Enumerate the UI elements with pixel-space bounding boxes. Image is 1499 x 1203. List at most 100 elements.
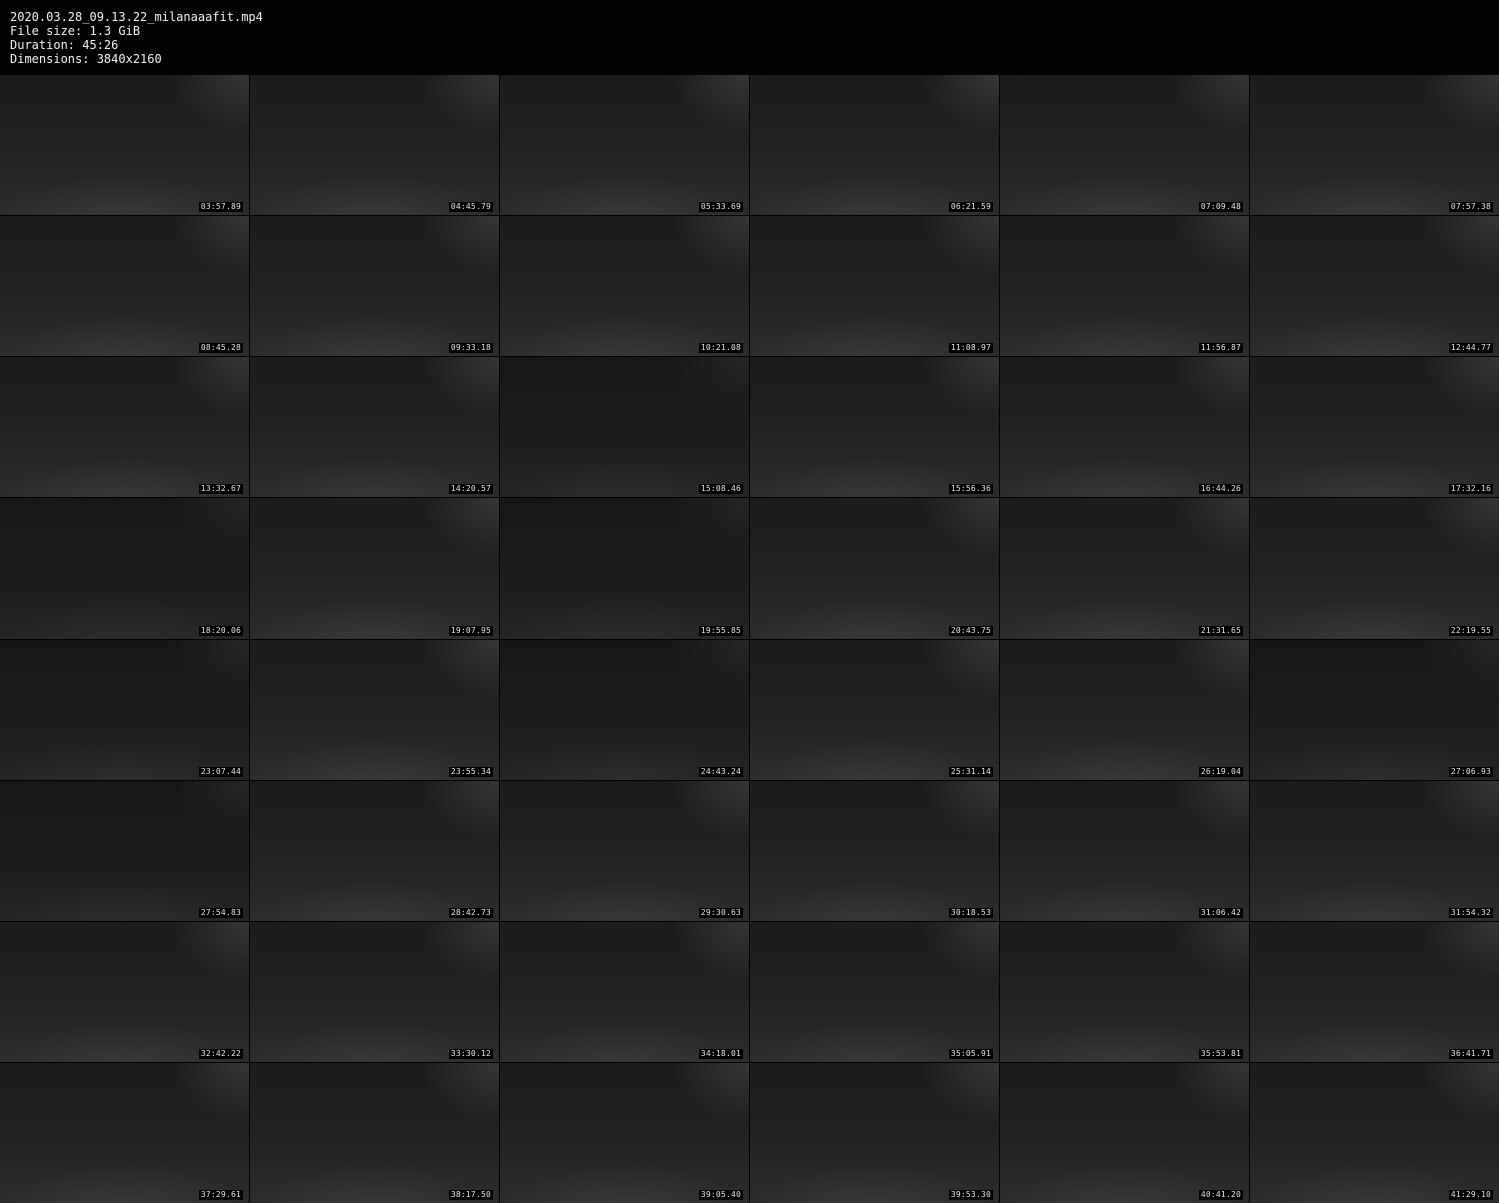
video-thumbnail: 03:57.89 bbox=[0, 75, 249, 216]
video-thumbnail: 05:33.69 bbox=[500, 75, 749, 216]
video-thumbnail: 34:18.01 bbox=[500, 921, 749, 1062]
video-thumbnail: 30:18.53 bbox=[750, 780, 999, 921]
thumbnail-timestamp: 39:05.40 bbox=[698, 1190, 743, 1200]
thumbnail-timestamp: 14:20.57 bbox=[448, 484, 493, 495]
duration-label: Duration: 45:26 bbox=[10, 38, 119, 52]
video-thumbnail: 08:45.28 bbox=[0, 216, 249, 357]
thumbnail-timestamp: 28:42.73 bbox=[448, 907, 493, 918]
video-thumbnail: 27:06.93 bbox=[1250, 639, 1499, 780]
thumbnail-timestamp: 19:07.95 bbox=[448, 625, 493, 636]
thumbnail-timestamp: 06:21.59 bbox=[948, 202, 993, 213]
video-thumbnail: 27:54.83 bbox=[0, 780, 249, 921]
thumbnail-timestamp: 31:54.32 bbox=[1448, 907, 1493, 918]
thumbnail-timestamp: 15:56.36 bbox=[948, 484, 993, 495]
thumbnail-timestamp: 30:18.53 bbox=[948, 907, 993, 918]
thumbnail-timestamp: 04:45.79 bbox=[448, 202, 493, 213]
video-thumbnail: 22:19.55 bbox=[1250, 498, 1499, 639]
video-thumbnail: 11:08.97 bbox=[750, 216, 999, 357]
info-header: 2020.03.28_09.13.22_milanaaafit.mp4 File … bbox=[0, 0, 1499, 75]
video-thumbnail: 31:06.42 bbox=[1000, 780, 1249, 921]
video-thumbnail: 23:55.34 bbox=[250, 639, 499, 780]
thumbnail-timestamp: 38:17.50 bbox=[448, 1190, 493, 1200]
thumbnail-timestamp: 27:54.83 bbox=[198, 907, 243, 918]
thumbnail-timestamp: 39:53.30 bbox=[948, 1190, 993, 1200]
thumbnail-timestamp: 16:44.26 bbox=[1198, 484, 1243, 495]
thumbnail-timestamp: 41:29.10 bbox=[1448, 1190, 1493, 1200]
video-thumbnail: 41:29.10 bbox=[1250, 1062, 1499, 1203]
video-thumbnail: 40:41.20 bbox=[1000, 1062, 1249, 1203]
video-thumbnail: 35:53.81 bbox=[1000, 921, 1249, 1062]
thumbnail-timestamp: 26:19.04 bbox=[1198, 766, 1243, 777]
thumbnail-timestamp: 03:57.89 bbox=[198, 202, 243, 213]
thumbnail-timestamp: 32:42.22 bbox=[198, 1048, 243, 1059]
video-thumbnail: 37:29.61 bbox=[0, 1062, 249, 1203]
video-thumbnail: 39:05.40 bbox=[500, 1062, 749, 1203]
thumbnail-timestamp: 22:19.55 bbox=[1448, 625, 1493, 636]
video-thumbnail: 38:17.50 bbox=[250, 1062, 499, 1203]
thumbnail-timestamp: 18:20.06 bbox=[198, 625, 243, 636]
thumbnail-timestamp: 31:06.42 bbox=[1198, 907, 1243, 918]
video-thumbnail: 36:41.71 bbox=[1250, 921, 1499, 1062]
dimensions-label: Dimensions: 3840x2160 bbox=[10, 52, 162, 66]
thumbnail-timestamp: 07:09.48 bbox=[1198, 202, 1243, 213]
file-size-label: File size: 1.3 GiB bbox=[10, 24, 141, 38]
thumbnail-timestamp: 29:30.63 bbox=[698, 907, 743, 918]
thumbnail-timestamp: 21:31.65 bbox=[1198, 625, 1243, 636]
video-thumbnail: 15:56.36 bbox=[750, 357, 999, 498]
thumbnail-timestamp: 23:55.34 bbox=[448, 766, 493, 777]
thumbnail-timestamp: 17:32.16 bbox=[1448, 484, 1493, 495]
video-thumbnail: 04:45.79 bbox=[250, 75, 499, 216]
thumbnail-timestamp: 08:45.28 bbox=[198, 343, 243, 354]
thumbnail-timestamp: 35:05.91 bbox=[948, 1048, 993, 1059]
video-thumbnail: 15:08.46 bbox=[500, 357, 749, 498]
thumbnail-timestamp: 34:18.01 bbox=[698, 1048, 743, 1059]
video-thumbnail: 33:30.12 bbox=[250, 921, 499, 1062]
thumbnail-timestamp: 05:33.69 bbox=[698, 202, 743, 213]
thumbnail-timestamp: 19:55.85 bbox=[698, 625, 743, 636]
video-thumbnail: 28:42.73 bbox=[250, 780, 499, 921]
thumbnail-timestamp: 35:53.81 bbox=[1198, 1048, 1243, 1059]
thumbnail-timestamp: 07:57.38 bbox=[1448, 202, 1493, 213]
video-thumbnail: 19:55.85 bbox=[500, 498, 749, 639]
thumbnail-timestamp: 24:43.24 bbox=[698, 766, 743, 777]
video-thumbnail: 29:30.63 bbox=[500, 780, 749, 921]
video-thumbnail: 19:07.95 bbox=[250, 498, 499, 639]
video-thumbnail: 26:19.04 bbox=[1000, 639, 1249, 780]
thumbnail-timestamp: 37:29.61 bbox=[198, 1190, 243, 1200]
thumbnail-timestamp: 10:21.08 bbox=[698, 343, 743, 354]
thumbnail-grid: 03:57.89 04:45.79 05:33.69 06:21.59 07:09.48… bbox=[0, 75, 1499, 1203]
thumbnail-timestamp: 13:32.67 bbox=[198, 484, 243, 495]
video-thumbnail: 16:44.26 bbox=[1000, 357, 1249, 498]
video-thumbnail: 32:42.22 bbox=[0, 921, 249, 1062]
thumbnail-timestamp: 11:08.97 bbox=[948, 343, 993, 354]
thumbnail-timestamp: 15:08.46 bbox=[698, 484, 743, 495]
filename-label: 2020.03.28_09.13.22_milanaaafit.mp4 bbox=[10, 10, 263, 24]
video-thumbnail: 21:31.65 bbox=[1000, 498, 1249, 639]
video-thumbnail: 31:54.32 bbox=[1250, 780, 1499, 921]
video-thumbnail: 07:57.38 bbox=[1250, 75, 1499, 216]
thumbnail-timestamp: 40:41.20 bbox=[1198, 1190, 1243, 1200]
video-thumbnail: 14:20.57 bbox=[250, 357, 499, 498]
thumbnail-timestamp: 20:43.75 bbox=[948, 625, 993, 636]
thumbnail-timestamp: 09:33.18 bbox=[448, 343, 493, 354]
thumbnail-timestamp: 36:41.71 bbox=[1448, 1048, 1493, 1059]
video-thumbnail: 07:09.48 bbox=[1000, 75, 1249, 216]
video-thumbnail: 17:32.16 bbox=[1250, 357, 1499, 498]
video-thumbnail: 24:43.24 bbox=[500, 639, 749, 780]
video-thumbnail: 06:21.59 bbox=[750, 75, 999, 216]
thumbnail-timestamp: 27:06.93 bbox=[1448, 766, 1493, 777]
video-thumbnail: 13:32.67 bbox=[0, 357, 249, 498]
video-thumbnail: 39:53.30 bbox=[750, 1062, 999, 1203]
thumbnail-timestamp: 33:30.12 bbox=[448, 1048, 493, 1059]
video-thumbnail: 35:05.91 bbox=[750, 921, 999, 1062]
thumbnail-timestamp: 12:44.77 bbox=[1448, 343, 1493, 354]
video-thumbnail: 18:20.06 bbox=[0, 498, 249, 639]
video-thumbnail: 09:33.18 bbox=[250, 216, 499, 357]
file-metadata: 2020.03.28_09.13.22_milanaaafit.mp4 File … bbox=[10, 10, 263, 66]
video-thumbnail: 10:21.08 bbox=[500, 216, 749, 357]
video-thumbnail: 11:56.87 bbox=[1000, 216, 1249, 357]
thumbnail-timestamp: 23:07.44 bbox=[198, 766, 243, 777]
thumbnail-timestamp: 11:56.87 bbox=[1198, 343, 1243, 354]
thumbnail-timestamp: 25:31.14 bbox=[948, 766, 993, 777]
video-thumbnail: 25:31.14 bbox=[750, 639, 999, 780]
